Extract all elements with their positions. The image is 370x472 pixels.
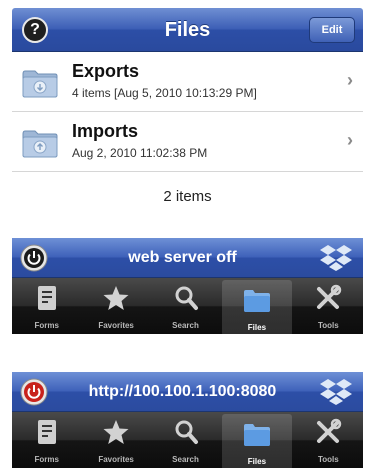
tools-icon: [317, 418, 342, 443]
star-icon: [103, 286, 129, 310]
server-status-text[interactable]: http://100.100.1.100:8080: [52, 372, 313, 412]
file-name: Exports: [72, 61, 140, 81]
file-meta: Aug 2, 2010 11:02:38 PM: [72, 146, 208, 160]
tab-search[interactable]: Search: [151, 412, 220, 468]
folder-icon: [243, 290, 270, 312]
chevron-right-icon: ›: [347, 130, 353, 150]
tab-label: Files: [247, 323, 267, 332]
tab-label: Favorites: [98, 455, 134, 464]
tab-bar: Forms Favorites Search Files Tools: [12, 412, 363, 470]
edit-button[interactable]: Edit: [309, 17, 355, 43]
server-status-bar: web server off: [12, 238, 363, 278]
server-status-bar: http://100.100.1.100:8080: [12, 372, 363, 412]
folder-icon: [243, 424, 270, 446]
file-meta: 4 items [Aug 5, 2010 10:13:29 PM]: [72, 86, 257, 100]
tab-search[interactable]: Search: [151, 278, 220, 334]
forms-icon: [37, 420, 56, 444]
tab-tools[interactable]: Tools: [294, 412, 363, 468]
tab-favorites[interactable]: Favorites: [81, 278, 150, 334]
tab-bar: Forms Favorites Search Files Tools: [12, 278, 363, 336]
tab-favorites[interactable]: Favorites: [81, 412, 150, 468]
tab-label: Tools: [317, 455, 339, 464]
search-icon: [175, 420, 198, 444]
file-list: Exports 4 items [Aug 5, 2010 10:13:29 PM…: [12, 52, 363, 172]
folder-icon: [22, 70, 58, 98]
tab-label: Favorites: [98, 321, 134, 330]
server-panel-off: web server off Forms Favorites Search Fi…: [12, 238, 363, 336]
dropbox-icon[interactable]: [319, 376, 353, 408]
tab-forms[interactable]: Forms: [12, 278, 81, 334]
server-panel-on: http://100.100.1.100:8080 Forms Favorite…: [12, 372, 363, 470]
items-count: 2 items: [163, 188, 212, 205]
tab-forms[interactable]: Forms: [12, 412, 81, 468]
tab-label: Search: [172, 321, 199, 330]
file-name: Imports: [72, 121, 139, 141]
tab-label: Files: [247, 457, 267, 466]
tab-tools[interactable]: Tools: [294, 278, 363, 334]
star-icon: [103, 420, 129, 444]
tab-files[interactable]: Files: [222, 280, 292, 336]
power-icon[interactable]: [20, 378, 48, 406]
tab-label: Forms: [34, 455, 59, 464]
forms-icon: [37, 286, 56, 310]
server-status-text: web server off: [128, 249, 237, 266]
tab-label: Forms: [34, 321, 59, 330]
tab-label: Tools: [317, 321, 339, 330]
dropbox-icon[interactable]: [319, 242, 353, 274]
tab-files[interactable]: Files: [222, 414, 292, 470]
file-row-exports[interactable]: Exports 4 items [Aug 5, 2010 10:13:29 PM…: [12, 52, 363, 112]
tab-label: Search: [172, 455, 199, 464]
chevron-right-icon: ›: [347, 70, 353, 90]
folder-icon: [22, 130, 58, 158]
navigation-bar: ? Files Edit: [12, 8, 363, 52]
tools-icon: [317, 284, 342, 309]
file-row-imports[interactable]: Imports Aug 2, 2010 11:02:38 PM ›: [12, 112, 363, 172]
search-icon: [175, 286, 198, 310]
power-icon[interactable]: [20, 244, 48, 272]
